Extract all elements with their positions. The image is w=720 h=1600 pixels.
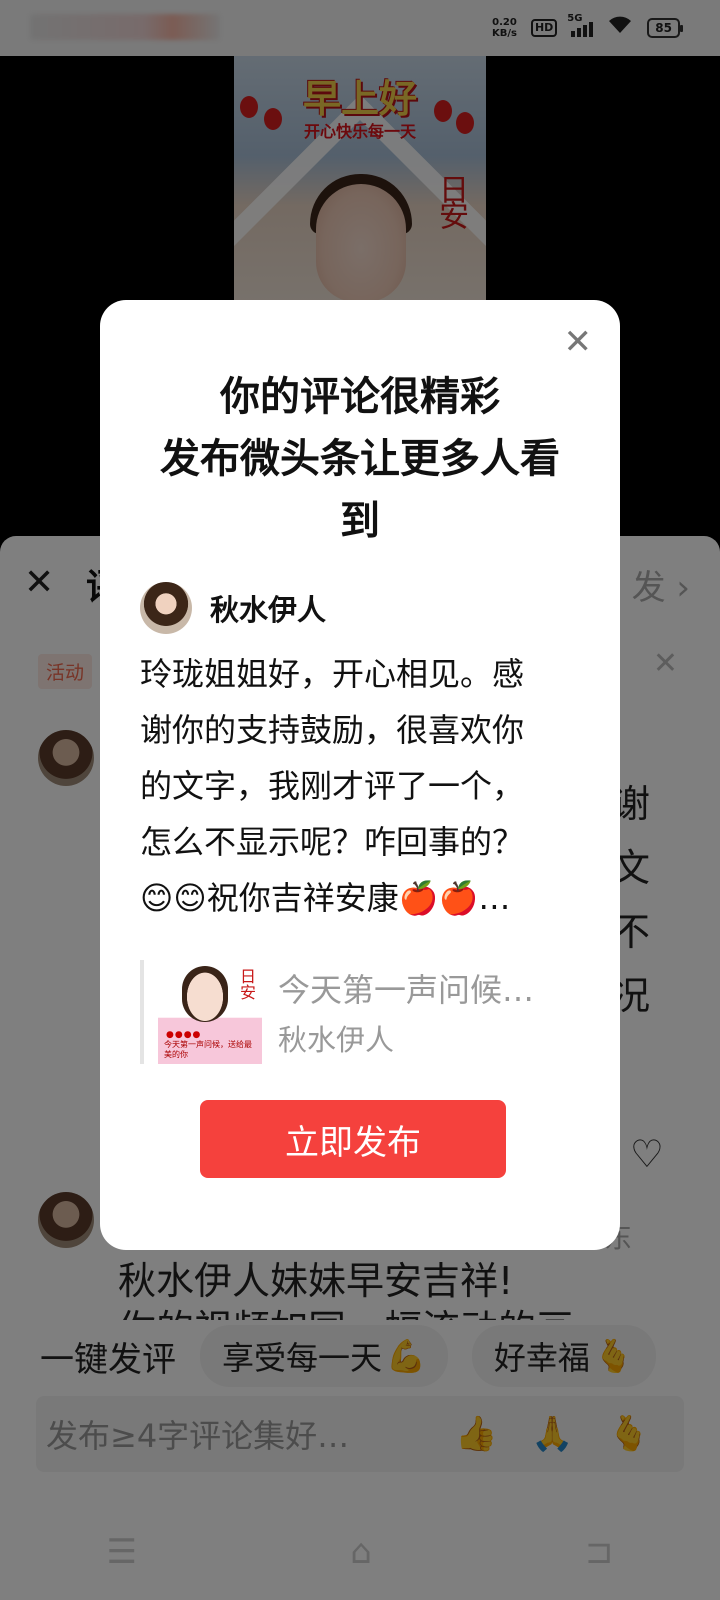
quoted-video-card: 日安 ●●●● 今天第一声问候，送给最美的你 今天第一声问候… 秋水伊人	[140, 960, 580, 1064]
quoted-author: 秋水伊人	[278, 1023, 395, 1057]
publish-now-button[interactable]: 立即发布	[200, 1100, 506, 1178]
username: 秋水伊人	[210, 593, 327, 627]
quoted-title: 今天第一声问候…	[278, 971, 535, 1009]
publish-dialog: ✕ 你的评论很精彩 发布微头条让更多人看 到 秋水伊人 玲珑姐姐好，开心相见。感…	[100, 300, 620, 1250]
comment-author: 秋水伊人	[140, 582, 326, 634]
quoted-thumbnail: 日安 ●●●● 今天第一声问候，送给最美的你	[158, 960, 262, 1064]
comment-preview: 玲珑姐姐好，开心相见。感 谢你的支持鼓励，很喜欢你 的文字，我刚才评了一个， 怎…	[140, 655, 525, 917]
avatar	[140, 582, 192, 634]
close-icon[interactable]: ✕	[564, 322, 593, 362]
dialog-title: 你的评论很精彩 发布微头条让更多人看 到	[160, 374, 560, 544]
